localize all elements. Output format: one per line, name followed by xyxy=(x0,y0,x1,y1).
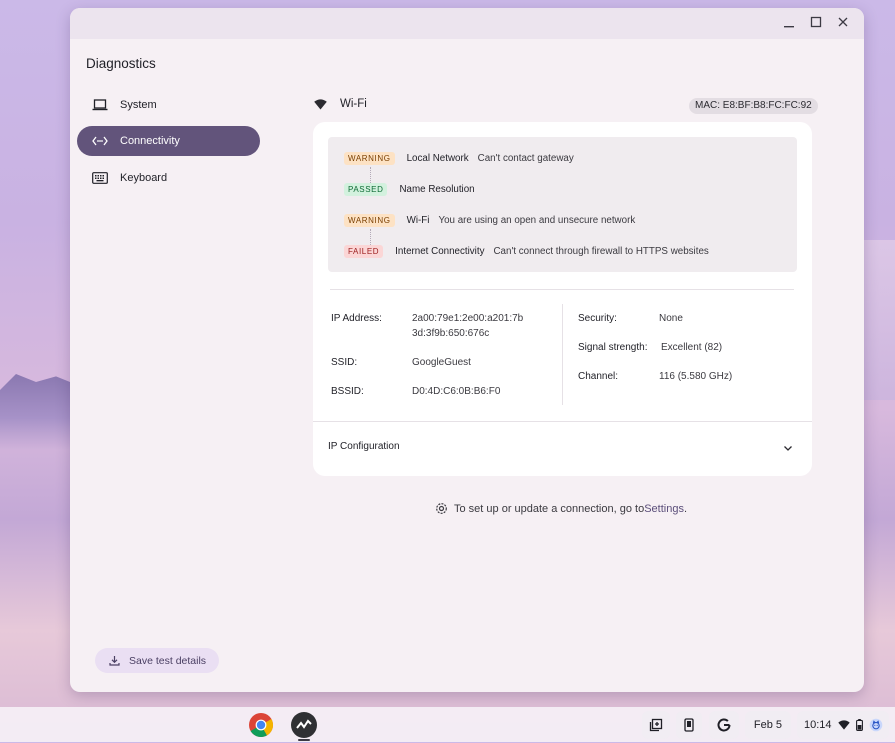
active-app-indicator xyxy=(298,739,310,741)
signal-strength-value: Excellent (82) xyxy=(661,342,723,353)
status-tray[interactable]: 10:14 xyxy=(797,711,889,739)
settings-link[interactable]: Settings xyxy=(644,503,684,515)
keyboard-icon xyxy=(92,171,108,185)
security-value: None xyxy=(659,313,683,324)
battery-icon xyxy=(855,719,863,731)
wifi-icon xyxy=(314,98,327,110)
phone-hub-icon[interactable] xyxy=(676,711,702,739)
ip-configuration-toggle[interactable]: IP Configuration xyxy=(328,441,400,452)
save-test-details-button[interactable]: Save test details xyxy=(95,648,219,673)
save-button-label: Save test details xyxy=(129,654,207,667)
sidebar-item-connectivity[interactable]: Connectivity xyxy=(77,126,260,156)
status-badge: PASSED xyxy=(344,183,388,196)
download-icon xyxy=(109,655,120,666)
routine-row: WARNING Local Network Can't contact gate… xyxy=(344,152,574,165)
sidebar-item-label: Keyboard xyxy=(120,172,168,184)
sidebar-item-label: Connectivity xyxy=(120,135,180,147)
title-bar xyxy=(70,8,864,39)
laptop-icon xyxy=(92,98,108,112)
user-avatar-icon xyxy=(869,718,883,732)
wifi-status-icon xyxy=(837,720,850,730)
date-tray[interactable]: Feb 5 xyxy=(745,711,791,739)
diagnostics-app-icon[interactable] xyxy=(291,712,317,738)
routine-name: Local Network xyxy=(406,153,469,164)
routine-message: Can't connect through firewall to HTTPS … xyxy=(493,246,709,257)
routine-row: WARNING Wi-Fi You are using an open and … xyxy=(344,214,635,227)
network-card: WARNING Local Network Can't contact gate… xyxy=(313,122,812,476)
routine-name: Wi-Fi xyxy=(406,215,430,226)
status-badge: WARNING xyxy=(344,152,395,165)
close-icon[interactable] xyxy=(835,16,851,32)
chevron-down-icon[interactable] xyxy=(782,441,794,453)
sidebar-item-keyboard[interactable]: Keyboard xyxy=(77,163,260,193)
ssid-value: GoogleGuest xyxy=(412,357,471,368)
ssid-label: SSID: xyxy=(331,357,358,368)
mac-address-chip: MAC: E8:BF:B8:FC:FC:92 xyxy=(689,98,818,114)
routine-name: Name Resolution xyxy=(399,184,475,195)
routine-name: Internet Connectivity xyxy=(395,246,485,257)
divider xyxy=(330,289,794,290)
wallpaper-mountain xyxy=(0,374,80,450)
add-desk-icon[interactable] xyxy=(642,711,670,739)
gear-icon xyxy=(435,502,448,515)
settings-note: To set up or update a connection, go to … xyxy=(435,502,687,515)
signal-strength-label: Signal strength: xyxy=(578,342,648,353)
ip-address-label: IP Address: xyxy=(331,313,382,324)
ip-address-value: 2a00:79e1:2e00:a201:7b xyxy=(412,313,524,324)
routine-row: FAILED Internet Connectivity Can't conne… xyxy=(344,245,709,258)
ip-address-value-line2: 3d:3f9b:650:676c xyxy=(412,328,490,339)
channel-value: 116 (5.580 GHz) xyxy=(659,371,733,382)
security-label: Security: xyxy=(578,313,617,324)
routine-message: You are using an open and unsecure netwo… xyxy=(438,215,636,226)
google-icon[interactable] xyxy=(709,711,739,739)
status-badge: FAILED xyxy=(344,245,384,258)
wallpaper-haze xyxy=(860,240,895,400)
network-header: Wi-Fi xyxy=(314,98,367,110)
time-text: 10:14 xyxy=(804,719,832,731)
minimize-icon[interactable] xyxy=(781,16,797,32)
date-text: Feb 5 xyxy=(753,719,783,731)
column-divider xyxy=(562,304,563,405)
divider xyxy=(313,421,812,422)
routine-row: PASSED Name Resolution xyxy=(344,183,475,196)
routine-results: WARNING Local Network Can't contact gate… xyxy=(328,137,797,272)
sidebar-item-label: System xyxy=(120,99,157,111)
network-name: Wi-Fi xyxy=(340,98,367,110)
sidebar-item-system[interactable]: System xyxy=(77,90,260,120)
diagnostics-window: Diagnostics System Connectivity Keyboard… xyxy=(70,8,864,692)
app-title: Diagnostics xyxy=(86,56,156,71)
status-badge: WARNING xyxy=(344,214,395,227)
channel-label: Channel: xyxy=(578,371,619,382)
chrome-icon[interactable] xyxy=(248,712,274,738)
settings-note-end: . xyxy=(683,502,688,515)
routine-message: Can't contact gateway xyxy=(477,153,574,164)
bssid-value: D0:4D:C6:0B:B6:F0 xyxy=(412,386,501,397)
settings-note-text: To set up or update a connection, go to xyxy=(454,502,645,515)
connectivity-icon xyxy=(92,134,108,148)
maximize-icon[interactable] xyxy=(808,16,824,32)
bssid-label: BSSID: xyxy=(331,386,364,397)
